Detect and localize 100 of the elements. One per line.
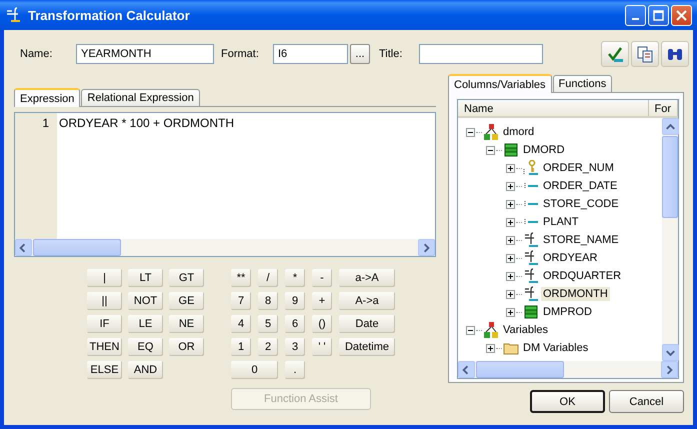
close-icon (676, 10, 687, 20)
database-icon (483, 322, 499, 338)
key-button[interactable]: - (312, 269, 332, 287)
expression-editor[interactable]: 1 ORDYEAR * 100 + ORDMONTH (14, 112, 436, 257)
operator-button[interactable]: IF (87, 315, 122, 333)
key-button[interactable]: Date (339, 315, 395, 333)
tab[interactable]: Functions (552, 75, 612, 92)
formula-icon (523, 250, 539, 266)
field-label: Name: (20, 48, 54, 60)
tree-item[interactable]: ORDYEAR (541, 251, 600, 265)
expand-icon[interactable] (486, 344, 495, 352)
key-button[interactable]: 7 (231, 292, 251, 310)
tree-item[interactable]: Variables (501, 323, 550, 337)
copy-icon[interactable] (631, 41, 659, 67)
text-field[interactable]: I6 (273, 44, 348, 64)
operator-button[interactable]: LE (128, 315, 163, 333)
key-button[interactable]: 8 (258, 292, 278, 310)
horizontal-scrollbar[interactable] (15, 239, 435, 256)
operator-button[interactable]: OR (169, 338, 204, 356)
operator-button[interactable]: GE (169, 292, 204, 310)
expand-icon[interactable] (506, 272, 515, 280)
binoculars-icon[interactable] (661, 41, 689, 67)
expand-icon[interactable] (506, 164, 515, 172)
expand-icon[interactable] (506, 290, 515, 298)
operator-button[interactable]: GT (169, 269, 204, 287)
key-button[interactable]: a->A (339, 269, 395, 287)
operator-button[interactable]: || (87, 292, 122, 310)
expand-icon[interactable] (506, 200, 515, 208)
key-button[interactable]: * (285, 269, 305, 287)
formula-icon (6, 7, 22, 23)
operator-button[interactable]: NE (169, 315, 204, 333)
key-button[interactable]: / (258, 269, 278, 287)
line-number: 1 (41, 116, 50, 130)
formula-icon (523, 232, 539, 248)
check-icon[interactable] (601, 41, 629, 67)
tree-item[interactable]: DMORD (521, 143, 567, 157)
tab[interactable]: Expression (14, 88, 80, 107)
tab[interactable]: Relational Expression (81, 89, 200, 106)
window-title: Transformation Calculator (28, 8, 191, 22)
field-label: Format: (221, 48, 260, 60)
text-field[interactable] (419, 44, 543, 64)
tab[interactable]: Columns/Variables (448, 74, 552, 93)
ok-button[interactable]: OK (530, 390, 605, 413)
key-button[interactable]: Datetime (339, 338, 395, 356)
column-header[interactable]: Name (458, 100, 648, 116)
table-icon (523, 304, 539, 320)
maximize-button[interactable] (648, 4, 669, 26)
tree-item[interactable]: STORE_CODE (541, 197, 621, 211)
tree-item[interactable]: ORDMONTH (541, 287, 610, 301)
operator-button[interactable]: THEN (87, 338, 122, 356)
key-button[interactable]: ' ' (312, 338, 332, 356)
tree-item[interactable]: DM Variables (521, 341, 590, 355)
operator-button[interactable]: LT (128, 269, 163, 287)
operator-button[interactable]: AND (128, 361, 163, 379)
expand-icon[interactable] (506, 218, 515, 226)
tree-item[interactable]: PLANT (541, 215, 580, 229)
key-button[interactable]: () (312, 315, 332, 333)
cancel-button[interactable]: Cancel (609, 390, 684, 413)
tree-item[interactable]: STORE_NAME (541, 233, 621, 247)
operator-button[interactable]: NOT (128, 292, 163, 310)
text-field[interactable]: YEARMONTH (76, 44, 214, 64)
key-button[interactable]: 1 (231, 338, 251, 356)
tree-item[interactable]: ORDER_DATE (541, 179, 620, 193)
expand-icon[interactable] (506, 254, 515, 262)
key-button[interactable]: + (312, 292, 332, 310)
operator-button[interactable]: | (87, 269, 122, 287)
key-button[interactable]: 2 (258, 338, 278, 356)
column-header[interactable]: For (648, 100, 678, 116)
collapse-icon[interactable] (466, 128, 475, 136)
key-button[interactable]: . (285, 361, 305, 379)
key-button[interactable]: 6 (285, 315, 305, 333)
database-icon (483, 124, 499, 140)
vertical-scrollbar[interactable] (662, 118, 678, 361)
minimize-button[interactable] (625, 4, 646, 26)
expand-icon[interactable] (506, 182, 515, 190)
table-icon (503, 142, 519, 158)
expand-icon[interactable] (506, 308, 515, 316)
expand-icon[interactable] (506, 236, 515, 244)
tree-item[interactable]: dmord (501, 125, 536, 139)
tree-item[interactable]: DMPROD (541, 305, 594, 319)
key-button[interactable]: 0 (231, 361, 278, 379)
operator-button[interactable]: EQ (128, 338, 163, 356)
collapse-icon[interactable] (486, 146, 495, 154)
key-button[interactable]: A->a (339, 292, 395, 310)
key-button[interactable]: 3 (285, 338, 305, 356)
code-line: ORDYEAR * 100 + ORDMONTH (59, 116, 236, 130)
key-button[interactable]: ** (231, 269, 251, 287)
tree-item[interactable]: ORDQUARTER (541, 269, 624, 283)
key-button[interactable]: 9 (285, 292, 305, 310)
field-label: Title: (379, 48, 404, 60)
operator-button[interactable]: ELSE (87, 361, 122, 379)
close-button[interactable] (671, 4, 692, 26)
key-button[interactable]: 4 (231, 315, 251, 333)
tree-item[interactable]: ORDER_NUM (541, 161, 616, 175)
minimize-icon (632, 18, 639, 20)
browse-button[interactable]: ... (350, 44, 370, 64)
key-button[interactable]: 5 (258, 315, 278, 333)
collapse-icon[interactable] (466, 326, 475, 334)
key-icon (523, 160, 539, 176)
horizontal-scrollbar[interactable] (458, 361, 678, 378)
